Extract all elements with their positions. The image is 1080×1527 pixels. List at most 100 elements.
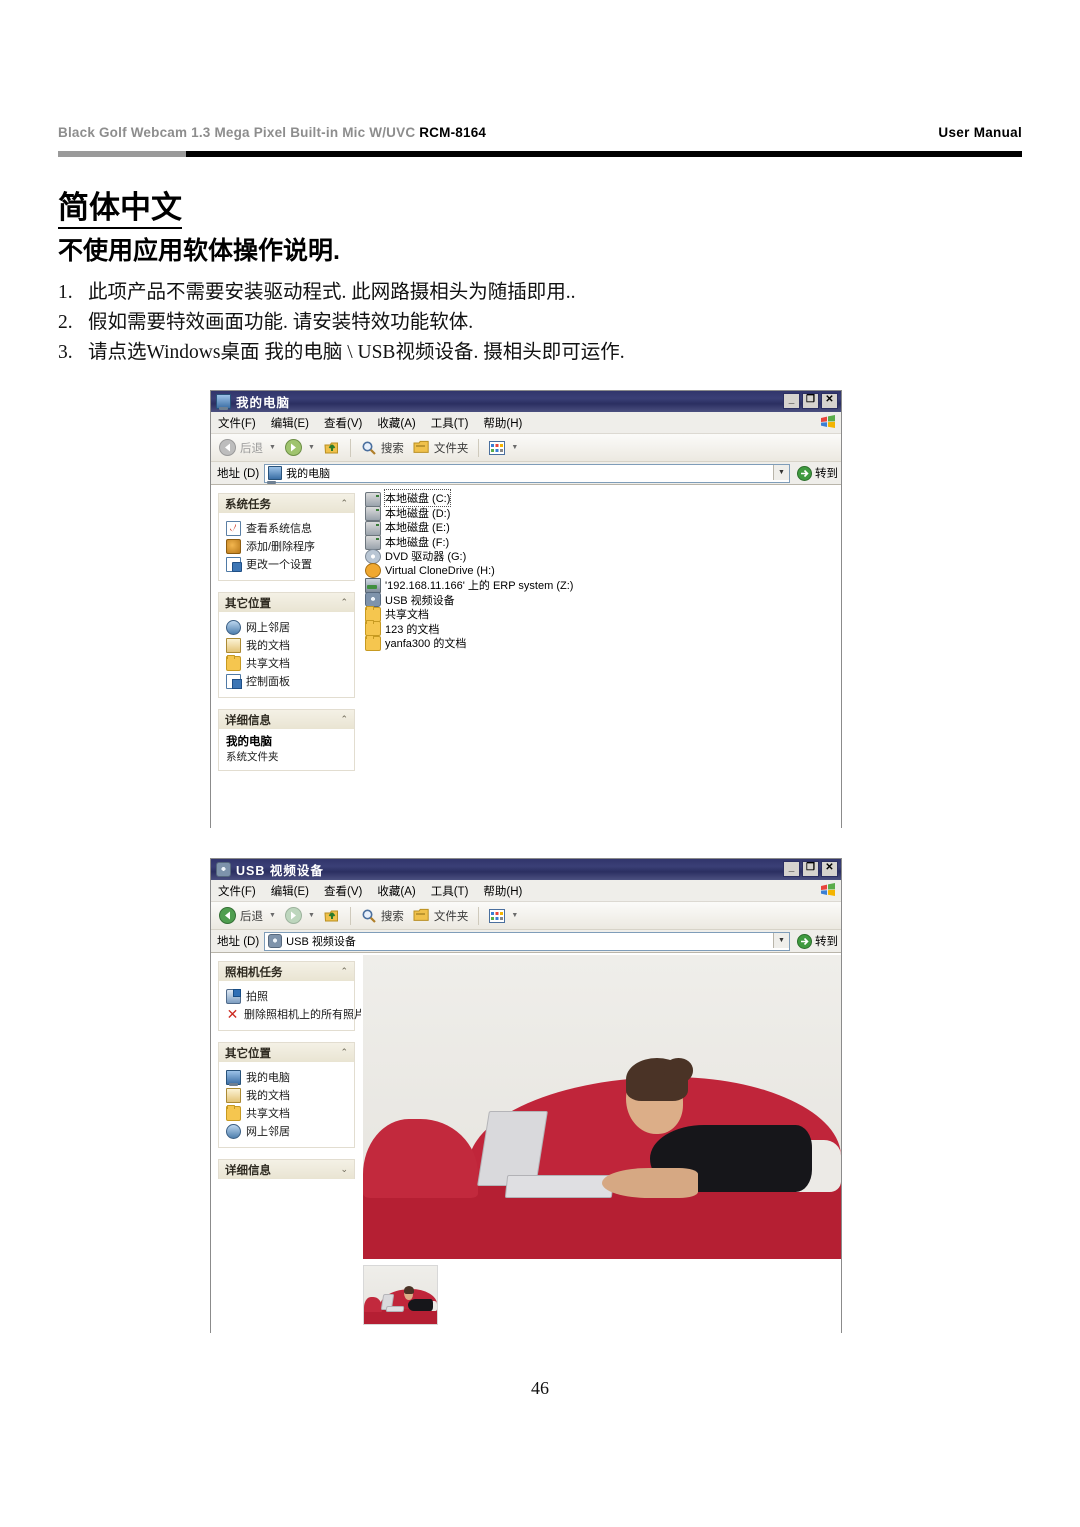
sidebar-item-my-computer[interactable]: 我的电脑 (226, 1069, 349, 1086)
window1-toolbar[interactable]: 后退 ▼ ▼ 搜索 文件夹 ▼ (211, 434, 841, 462)
back-button[interactable]: 后退 ▼ (216, 439, 279, 456)
menu-file[interactable]: 文件(F) (218, 415, 256, 431)
minimize-button[interactable]: _ (783, 393, 800, 409)
list-item[interactable]: 本地磁盘 (E:) (365, 520, 841, 536)
maximize-button[interactable]: ❐ (802, 393, 819, 409)
go-button[interactable]: 转到 (795, 933, 838, 949)
panel-system-tasks[interactable]: 系统任务 ⌃ 查看系统信息 添加/删除程序 更改一个设置 (218, 493, 355, 581)
list-item[interactable]: 本地磁盘 (F:) (365, 535, 841, 551)
forward-button[interactable]: ▼ (282, 439, 318, 456)
close-button[interactable]: ✕ (821, 393, 838, 409)
folders-button[interactable]: 文件夹 (410, 440, 472, 456)
photo-thumbnail[interactable] (363, 1265, 438, 1325)
window2-address-bar[interactable]: 地址 (D) USB 视频设备 ▼ 转到 (211, 930, 841, 953)
menu-favorites[interactable]: 收藏(A) (377, 415, 415, 431)
back-button[interactable]: 后退 ▼ (216, 907, 279, 924)
list-item[interactable]: DVD 驱动器 (G:) (365, 549, 841, 565)
window2-title-bar[interactable]: USB 视频设备 _ ❐ ✕ (211, 859, 841, 880)
sidebar-item-shared-documents[interactable]: 共享文档 (226, 1104, 349, 1121)
sidebar-item-add-remove-programs[interactable]: 添加/删除程序 (226, 538, 349, 554)
panel-header[interactable]: 详细信息 ⌄ (219, 1160, 354, 1179)
window1-address-bar[interactable]: 地址 (D) 我的电脑 ▼ 转到 (211, 462, 841, 485)
sidebar-item-take-picture[interactable]: 拍照 (226, 988, 349, 1004)
chevron-up-icon[interactable]: ⌃ (340, 966, 348, 977)
address-input[interactable]: 我的电脑 ▼ (264, 463, 790, 483)
search-button[interactable]: 搜索 (358, 440, 407, 456)
menu-favorites[interactable]: 收藏(A) (377, 883, 415, 899)
chevron-up-icon[interactable]: ⌃ (340, 597, 348, 608)
window2-preview-pane[interactable] (361, 953, 841, 1335)
panel-header[interactable]: 系统任务 ⌃ (219, 494, 354, 513)
sidebar-item-change-setting[interactable]: 更改一个设置 (226, 556, 349, 572)
chevron-up-icon[interactable]: ⌃ (340, 498, 348, 509)
search-button[interactable]: 搜索 (358, 908, 407, 924)
menu-help[interactable]: 帮助(H) (483, 883, 522, 899)
menu-help[interactable]: 帮助(H) (483, 415, 522, 431)
chevron-down-icon[interactable]: ⌄ (340, 1164, 348, 1175)
address-input[interactable]: USB 视频设备 ▼ (264, 931, 790, 951)
list-item[interactable]: yanfa300 的文档 (365, 634, 841, 651)
window1-file-list[interactable]: 本地磁盘 (C:) 本地磁盘 (D:) 本地磁盘 (E:) 本地磁盘 (F:) … (361, 485, 841, 830)
explorer-window-my-computer[interactable]: 我的电脑 _ ❐ ✕ 文件(F) 编辑(E) 查看(V) 收藏(A) 工具(T)… (210, 390, 842, 830)
up-button[interactable] (321, 440, 343, 456)
panel-header[interactable]: 详细信息 ⌃ (219, 710, 354, 729)
panel-camera-tasks[interactable]: 照相机任务 ⌃ 拍照 ✕ 删除照相机上的所有照片 (218, 961, 365, 1031)
sidebar-item-my-documents[interactable]: 我的文档 (226, 637, 349, 653)
window2-controls[interactable]: _ ❐ ✕ (783, 861, 838, 877)
menu-view[interactable]: 查看(V) (324, 883, 362, 899)
panel-header[interactable]: 照相机任务 ⌃ (219, 962, 354, 981)
minimize-button[interactable]: _ (783, 861, 800, 877)
panel-other-places[interactable]: 其它位置 ⌃ 网上邻居 我的文档 共享文档 控制面板 (218, 592, 355, 698)
sidebar-item-view-system-info[interactable]: 查看系统信息 (226, 520, 349, 536)
sidebar-item-my-documents[interactable]: 我的文档 (226, 1087, 349, 1103)
views-dropdown-icon[interactable]: ▼ (511, 444, 518, 451)
list-item[interactable]: 123 的文档 (365, 620, 841, 637)
go-button[interactable]: 转到 (795, 465, 838, 481)
photo-preview-large[interactable] (363, 955, 841, 1259)
sidebar-item-shared-documents[interactable]: 共享文档 (226, 654, 349, 671)
menu-tools[interactable]: 工具(T) (431, 415, 469, 431)
list-item[interactable]: 本地磁盘 (D:) (365, 506, 841, 522)
maximize-button[interactable]: ❐ (802, 861, 819, 877)
panel-header[interactable]: 其它位置 ⌃ (219, 1043, 354, 1062)
views-button[interactable]: ▼ (486, 440, 521, 455)
window1-controls[interactable]: _ ❐ ✕ (783, 393, 838, 409)
forward-dropdown-icon[interactable]: ▼ (308, 444, 315, 451)
panel-details[interactable]: 详细信息 ⌃ 我的电脑 系统文件夹 (218, 709, 355, 771)
menu-file[interactable]: 文件(F) (218, 883, 256, 899)
menu-edit[interactable]: 编辑(E) (271, 883, 309, 899)
panel-details[interactable]: 详细信息 ⌄ (218, 1159, 355, 1179)
panel-header[interactable]: 其它位置 ⌃ (219, 593, 354, 612)
menu-tools[interactable]: 工具(T) (431, 883, 469, 899)
views-dropdown-icon[interactable]: ▼ (511, 912, 518, 919)
explorer-window-usb-video-device[interactable]: USB 视频设备 _ ❐ ✕ 文件(F) 编辑(E) 查看(V) 收藏(A) 工… (210, 858, 842, 1335)
list-item[interactable]: 本地磁盘 (C:) (365, 489, 841, 508)
forward-dropdown-icon[interactable]: ▼ (308, 912, 315, 919)
sidebar-item-control-panel[interactable]: 控制面板 (226, 673, 349, 689)
list-item[interactable]: Virtual CloneDrive (H:) (365, 563, 841, 579)
window2-toolbar[interactable]: 后退 ▼ ▼ 搜索 文件夹 ▼ (211, 902, 841, 930)
up-button[interactable] (321, 908, 343, 924)
menu-view[interactable]: 查看(V) (324, 415, 362, 431)
address-dropdown-icon[interactable]: ▼ (773, 932, 789, 948)
chevron-up-icon[interactable]: ⌃ (340, 714, 348, 725)
folders-button[interactable]: 文件夹 (410, 908, 472, 924)
address-dropdown-icon[interactable]: ▼ (773, 464, 789, 480)
list-item[interactable]: 共享文档 (365, 605, 841, 622)
forward-button[interactable]: ▼ (282, 907, 318, 924)
sidebar-item-delete-all-photos[interactable]: ✕ 删除照相机上的所有照片 (226, 1006, 365, 1022)
sidebar-item-network-places[interactable]: 网上邻居 (226, 619, 349, 635)
window1-title-bar[interactable]: 我的电脑 _ ❐ ✕ (211, 391, 841, 412)
back-dropdown-icon[interactable]: ▼ (269, 912, 276, 919)
chevron-up-icon[interactable]: ⌃ (340, 1047, 348, 1058)
close-button[interactable]: ✕ (821, 861, 838, 877)
list-item[interactable]: '192.168.11.166' 上的 ERP system (Z:) (365, 577, 841, 593)
sidebar-item-network-places[interactable]: 网上邻居 (226, 1123, 349, 1139)
panel-other-places[interactable]: 其它位置 ⌃ 我的电脑 我的文档 共享文档 网上邻居 (218, 1042, 355, 1148)
views-button[interactable]: ▼ (486, 908, 521, 923)
list-item[interactable]: USB 视频设备 (365, 592, 841, 608)
window1-menu-bar[interactable]: 文件(F) 编辑(E) 查看(V) 收藏(A) 工具(T) 帮助(H) (211, 412, 841, 434)
menu-edit[interactable]: 编辑(E) (271, 415, 309, 431)
window2-menu-bar[interactable]: 文件(F) 编辑(E) 查看(V) 收藏(A) 工具(T) 帮助(H) (211, 880, 841, 902)
back-dropdown-icon[interactable]: ▼ (269, 444, 276, 451)
